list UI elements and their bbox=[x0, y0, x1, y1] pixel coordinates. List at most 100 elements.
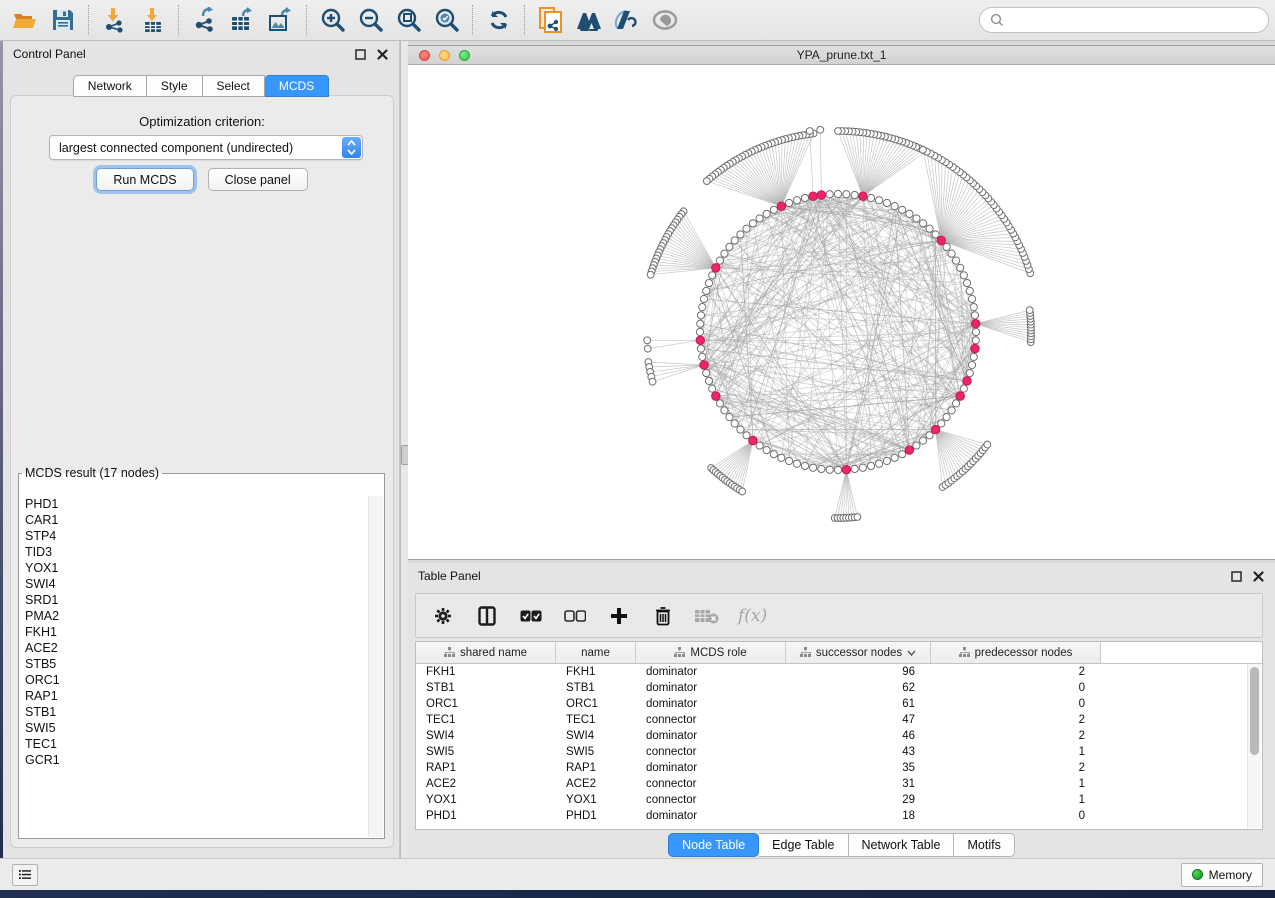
column-header-predecessor-nodes[interactable]: predecessor nodes bbox=[931, 642, 1101, 663]
ring-node[interactable] bbox=[716, 257, 723, 264]
ring-node[interactable] bbox=[696, 328, 703, 335]
ring-node[interactable] bbox=[875, 460, 882, 467]
mcds-hub-node[interactable] bbox=[809, 192, 817, 200]
ring-node[interactable] bbox=[913, 215, 920, 222]
ring-node[interactable] bbox=[801, 462, 808, 469]
ring-node[interactable] bbox=[763, 210, 770, 217]
leaf-node[interactable] bbox=[835, 128, 842, 135]
mcds-result-item[interactable]: GCR1 bbox=[20, 752, 369, 768]
ring-node[interactable] bbox=[699, 353, 706, 360]
ring-node[interactable] bbox=[743, 225, 750, 232]
ring-node[interactable] bbox=[834, 190, 841, 197]
network-canvas[interactable] bbox=[408, 65, 1275, 559]
ring-node[interactable] bbox=[726, 243, 733, 250]
table-row[interactable]: ACE2ACE2connector311 bbox=[416, 776, 1262, 792]
ring-node[interactable] bbox=[971, 312, 978, 319]
mcds-result-item[interactable]: FKH1 bbox=[20, 624, 369, 640]
ring-node[interactable] bbox=[926, 225, 933, 232]
leaf-node[interactable] bbox=[644, 345, 651, 352]
ring-node[interactable] bbox=[703, 287, 710, 294]
table-scrollbar-thumb[interactable] bbox=[1250, 667, 1259, 755]
leaf-node[interactable] bbox=[817, 126, 824, 133]
tab-style[interactable]: Style bbox=[147, 75, 203, 97]
ring-node[interactable] bbox=[883, 457, 890, 464]
ring-node[interactable] bbox=[957, 264, 964, 271]
tab-select[interactable]: Select bbox=[203, 75, 265, 97]
mcds-hub-node[interactable] bbox=[963, 377, 971, 385]
mcds-result-item[interactable]: CAR1 bbox=[20, 512, 369, 528]
ring-node[interactable] bbox=[705, 377, 712, 384]
leaf-node[interactable] bbox=[1026, 307, 1033, 314]
ring-node[interactable] bbox=[948, 250, 955, 257]
table-row[interactable]: STB1STB1dominator620 bbox=[416, 680, 1262, 696]
table-row[interactable]: ORC1ORC1dominator610 bbox=[416, 696, 1262, 712]
ring-node[interactable] bbox=[960, 272, 967, 279]
tab-mcds[interactable]: MCDS bbox=[265, 75, 329, 97]
ring-node[interactable] bbox=[749, 220, 756, 227]
close-panel-button[interactable] bbox=[376, 48, 389, 61]
mcds-hub-node[interactable] bbox=[712, 264, 720, 272]
close-mcds-panel-button[interactable]: Close panel bbox=[208, 168, 308, 191]
delete-column-button[interactable] bbox=[650, 601, 676, 631]
select-all-rows-button[interactable] bbox=[518, 601, 544, 631]
mcds-result-item[interactable]: TID3 bbox=[20, 544, 369, 560]
ring-node[interactable] bbox=[697, 320, 704, 327]
share-document-button[interactable] bbox=[532, 3, 570, 37]
mcds-hub-node[interactable] bbox=[905, 446, 913, 454]
table-scrollbar[interactable] bbox=[1247, 664, 1261, 828]
leaf-node[interactable] bbox=[647, 271, 654, 278]
ring-node[interactable] bbox=[932, 231, 939, 238]
ring-node[interactable] bbox=[703, 369, 710, 376]
ring-node[interactable] bbox=[913, 442, 920, 449]
mcds-result-item[interactable]: STB1 bbox=[20, 704, 369, 720]
ring-node[interactable] bbox=[770, 206, 777, 213]
ring-node[interactable] bbox=[952, 257, 959, 264]
ring-node[interactable] bbox=[970, 353, 977, 360]
mcds-hub-node[interactable] bbox=[712, 392, 720, 400]
column-header-shared-name[interactable]: shared name bbox=[416, 642, 556, 663]
column-header-successor-nodes[interactable]: successor nodes bbox=[786, 642, 931, 663]
ring-node[interactable] bbox=[970, 304, 977, 311]
ring-node[interactable] bbox=[891, 454, 898, 461]
table-settings-button[interactable] bbox=[430, 601, 456, 631]
mcds-result-item[interactable]: PHD1 bbox=[20, 496, 369, 512]
ring-node[interactable] bbox=[867, 194, 874, 201]
import-network-button[interactable] bbox=[96, 3, 134, 37]
optimization-criterion-select[interactable]: largest connected component (undirected) bbox=[49, 135, 363, 160]
mcds-hub-node[interactable] bbox=[937, 236, 945, 244]
ring-node[interactable] bbox=[968, 295, 975, 302]
ring-node[interactable] bbox=[778, 454, 785, 461]
export-image-button[interactable] bbox=[262, 3, 300, 37]
zoom-in-button[interactable] bbox=[314, 3, 352, 37]
mcds-hub-node[interactable] bbox=[956, 392, 964, 400]
ring-node[interactable] bbox=[851, 191, 858, 198]
ring-node[interactable] bbox=[966, 369, 973, 376]
delete-table-button[interactable] bbox=[694, 601, 720, 631]
float-table-panel-button[interactable] bbox=[1230, 570, 1243, 583]
ring-node[interactable] bbox=[926, 432, 933, 439]
mcds-result-item[interactable]: RAP1 bbox=[20, 688, 369, 704]
float-panel-button[interactable] bbox=[354, 48, 367, 61]
column-header-name[interactable]: name bbox=[556, 642, 636, 663]
mcds-result-item[interactable]: TEC1 bbox=[20, 736, 369, 752]
mcds-hub-node[interactable] bbox=[700, 361, 708, 369]
leaf-node[interactable] bbox=[739, 488, 746, 495]
ring-node[interactable] bbox=[899, 451, 906, 458]
ring-node[interactable] bbox=[963, 279, 970, 286]
mcds-hub-node[interactable] bbox=[859, 192, 867, 200]
ring-node[interactable] bbox=[785, 457, 792, 464]
ring-node[interactable] bbox=[700, 295, 707, 302]
ring-node[interactable] bbox=[972, 328, 979, 335]
ring-node[interactable] bbox=[952, 400, 959, 407]
ring-node[interactable] bbox=[891, 203, 898, 210]
close-table-panel-button[interactable] bbox=[1252, 570, 1265, 583]
zoom-selected-button[interactable] bbox=[428, 3, 466, 37]
ring-node[interactable] bbox=[943, 414, 950, 421]
ring-node[interactable] bbox=[699, 304, 706, 311]
table-row[interactable]: TEC1TEC1connector472 bbox=[416, 712, 1262, 728]
ring-node[interactable] bbox=[899, 206, 906, 213]
memory-button[interactable]: Memory bbox=[1181, 863, 1263, 887]
tab-edge-table[interactable]: Edge Table bbox=[759, 833, 848, 857]
function-builder-icon[interactable]: f(x) bbox=[738, 606, 767, 626]
leaf-node[interactable] bbox=[649, 378, 656, 385]
